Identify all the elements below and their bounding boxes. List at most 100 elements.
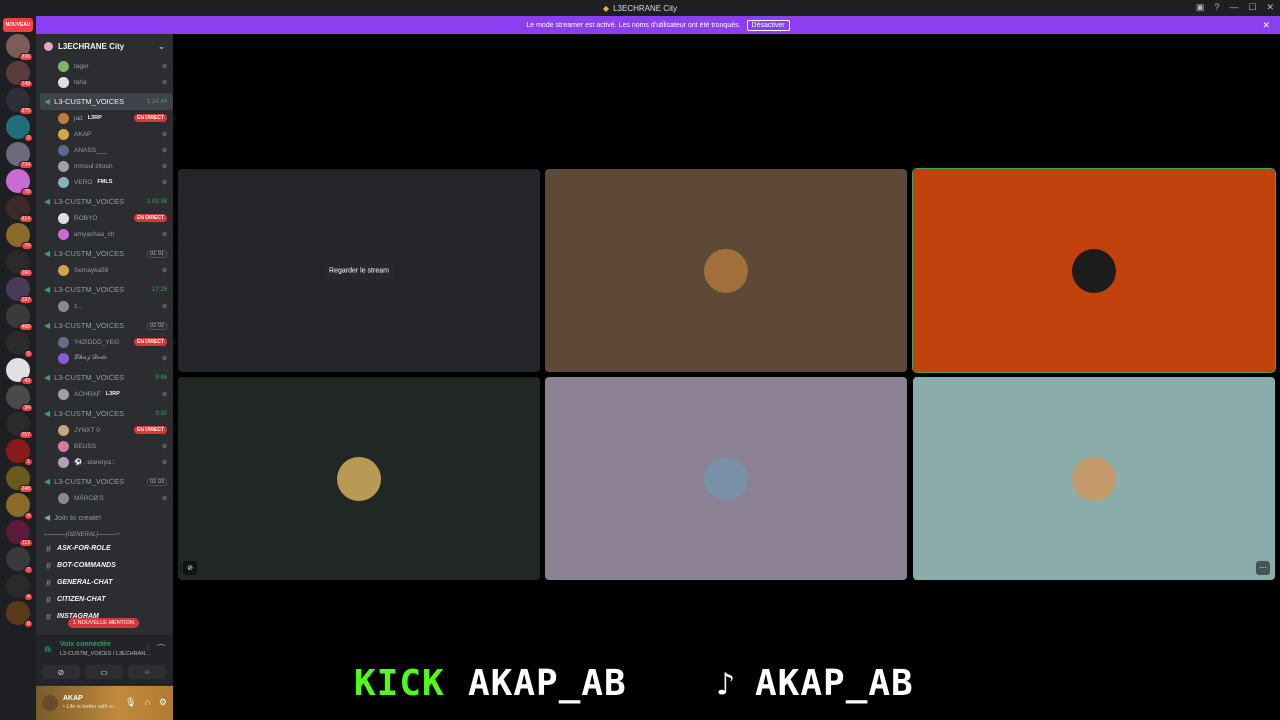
- category-header[interactable]: ⌐———{GENERAL}———¬: [36, 526, 173, 540]
- server-icon[interactable]: 5: [6, 331, 33, 358]
- microphone-icon[interactable]: 🎙: [125, 697, 136, 708]
- kick-handle: AKAP_AB: [468, 663, 627, 704]
- voice-user[interactable]: 𝓛𝓱𝓪𝓳 𝓓𝓸𝓭𝓸 ⊘: [36, 350, 173, 366]
- server-icon[interactable]: 78: [6, 169, 33, 196]
- help-icon[interactable]: ?: [1214, 2, 1219, 13]
- participant-avatar: [1072, 456, 1116, 501]
- server-icon[interactable]: 34: [6, 385, 33, 412]
- gear-icon[interactable]: ⚙: [159, 697, 167, 708]
- voice-channel[interactable]: ◀ L3-CUSTM_VOICES 1:24:44: [40, 93, 173, 110]
- server-icon[interactable]: 7: [6, 547, 33, 574]
- speaker-icon: ◀: [44, 197, 51, 206]
- voice-channel[interactable]: ◀ L3-CUSTM_VOICES 17:25: [36, 281, 173, 298]
- server-icon[interactable]: 148: [6, 61, 33, 88]
- voice-channel-path[interactable]: L3-CUSTM_VOICES / L3ECHRAN...: [60, 651, 150, 657]
- voice-user[interactable]: taha ⊘: [36, 74, 173, 90]
- voice-channel[interactable]: ◀ L3-CUSTM_VOICES 02 02: [36, 317, 173, 334]
- camera-off-button[interactable]: ⊘: [42, 665, 80, 679]
- server-icon[interactable]: 275: [6, 88, 33, 115]
- voice-stage: Regarder le stream ⊘ ⋯: [173, 34, 1280, 720]
- server-icon[interactable]: 43: [6, 358, 33, 385]
- text-channel[interactable]: # ASK-FOR-ROLE: [36, 540, 173, 557]
- user-limit-pill: 02 02: [147, 321, 167, 330]
- mic-muted-icon: ⊘: [161, 391, 167, 398]
- voice-channel[interactable]: ◀ L3-CUSTM_VOICES 9:30: [36, 405, 173, 422]
- voice-user[interactable]: tager ⊘: [36, 58, 173, 74]
- text-channel[interactable]: # CITIZEN-CHAT: [36, 591, 173, 608]
- mic-muted-icon: ⊘: [161, 267, 167, 274]
- maximize-icon[interactable]: ☐: [1248, 2, 1256, 13]
- voice-status[interactable]: Voix connectée: [60, 641, 111, 648]
- inbox-icon[interactable]: ▣: [1196, 2, 1205, 13]
- join-to-create-channel[interactable]: ◀ Join to create!: [36, 509, 173, 526]
- headphones-icon[interactable]: ∩: [144, 697, 150, 708]
- server-icon[interactable]: 1: [6, 439, 33, 466]
- server-icon[interactable]: 248: [6, 466, 33, 493]
- voice-user[interactable]: ANASS___ ⊘: [36, 142, 173, 158]
- text-channel[interactable]: # GENERAL-CHAT: [36, 574, 173, 591]
- participant-tile[interactable]: [545, 169, 907, 372]
- screen-share-button[interactable]: ▭: [85, 665, 123, 679]
- voice-user[interactable]: Semayka59 ⊘: [36, 262, 173, 278]
- server-icon[interactable]: 8: [6, 601, 33, 628]
- voice-user[interactable]: BEUSS ⊘: [36, 438, 173, 454]
- server-icon[interactable]: 468: [6, 304, 33, 331]
- watch-stream-button[interactable]: Regarder le stream: [323, 262, 395, 279]
- voice-channel[interactable]: ◀ L3-CUSTM_VOICES 01 03: [36, 473, 173, 490]
- close-icon[interactable]: ✕: [1266, 2, 1274, 13]
- user-limit-pill: 01 01: [147, 249, 167, 258]
- more-options-icon[interactable]: ⋯: [1256, 561, 1270, 575]
- server-icon[interactable]: 112: [6, 520, 33, 547]
- voice-user[interactable]: VERO FMLS ⊘: [36, 174, 173, 190]
- voice-user[interactable]: MÂRCØ'S ⊘: [36, 490, 173, 506]
- server-icon[interactable]: 4: [6, 574, 33, 601]
- voice-user[interactable]: ROBYO EN DIRECT: [36, 210, 173, 226]
- banner-close-icon[interactable]: ✕: [1262, 20, 1270, 31]
- voice-channel[interactable]: ◀ L3-CUSTM_VOICES 1:03:38: [36, 193, 173, 210]
- participant-tile[interactable]: [912, 168, 1276, 373]
- voice-user[interactable]: z... ⊘: [36, 298, 173, 314]
- participant-tile[interactable]: ⋯: [913, 377, 1275, 580]
- server-icon[interactable]: 79: [6, 223, 33, 250]
- stream-tile[interactable]: Regarder le stream: [178, 169, 540, 372]
- window-title: ◆ L3ECHRANE City: [602, 3, 678, 13]
- text-channel[interactable]: # BOT-COMMANDS: [36, 557, 173, 574]
- voice-user[interactable]: Y4ZIDDD_YEG EN DIRECT: [36, 334, 173, 350]
- voice-user[interactable]: AKAP ⊘: [36, 126, 173, 142]
- minimize-icon[interactable]: —: [1229, 2, 1238, 13]
- voice-user[interactable]: JYNXT 0 EN DIRECT: [36, 422, 173, 438]
- server-icon[interactable]: 157: [6, 412, 33, 439]
- voice-user[interactable]: jad L3RP EN DIRECT: [36, 110, 173, 126]
- voice-user[interactable]: ⚽ .:ɕlareηcɛ:. ⊘: [36, 454, 173, 470]
- signal-icon[interactable]: ⋒: [44, 644, 52, 655]
- server-icon[interactable]: 3: [6, 115, 33, 142]
- participant-tile[interactable]: [545, 377, 907, 580]
- user-name[interactable]: AKAP: [63, 695, 83, 702]
- user-name: Y4ZIDDD_YEG: [74, 338, 120, 346]
- participant-tile[interactable]: ⊘: [178, 377, 540, 580]
- disable-streamer-mode-button[interactable]: Désactiver: [746, 19, 790, 31]
- noise-suppression-icon[interactable]: ⫶: [147, 643, 149, 654]
- guild-header[interactable]: L3ECHRANE City ⌄: [36, 34, 173, 58]
- voice-user[interactable]: mmoul zitoun ⊘: [36, 158, 173, 174]
- voice-channel[interactable]: ◀ L3-CUSTM_VOICES 01 01: [36, 245, 173, 262]
- voice-user[interactable]: ACHRAF L3RP ⊘: [36, 386, 173, 402]
- user-avatar[interactable]: [42, 695, 58, 711]
- server-icon[interactable]: 160: [6, 250, 33, 277]
- new-mention-pill[interactable]: 1 NOUVELLE MENTION: [68, 618, 139, 628]
- new-servers-pill[interactable]: NOUVEAU: [3, 18, 33, 32]
- activities-button[interactable]: ⁘: [128, 665, 166, 679]
- server-icon[interactable]: 734: [6, 142, 33, 169]
- voice-channel[interactable]: ◀ L3-CUSTM_VOICES 9:46: [36, 369, 173, 386]
- server-icon[interactable]: 197: [6, 277, 33, 304]
- server-icon[interactable]: 336: [6, 34, 33, 61]
- server-icon[interactable]: 4: [6, 493, 33, 520]
- disconnect-icon[interactable]: ⌒: [157, 643, 165, 654]
- chevron-down-icon[interactable]: ⌄: [158, 42, 165, 51]
- server-icon[interactable]: 414: [6, 196, 33, 223]
- speaker-icon: ◀: [44, 285, 51, 294]
- title-bar: ◆ L3ECHRANE City ▣ ? — ☐ ✕: [0, 0, 1280, 16]
- participant-avatar: [704, 456, 748, 501]
- voice-user[interactable]: amyachaa_ch ⊘: [36, 226, 173, 242]
- speaker-icon: ◀: [44, 373, 51, 382]
